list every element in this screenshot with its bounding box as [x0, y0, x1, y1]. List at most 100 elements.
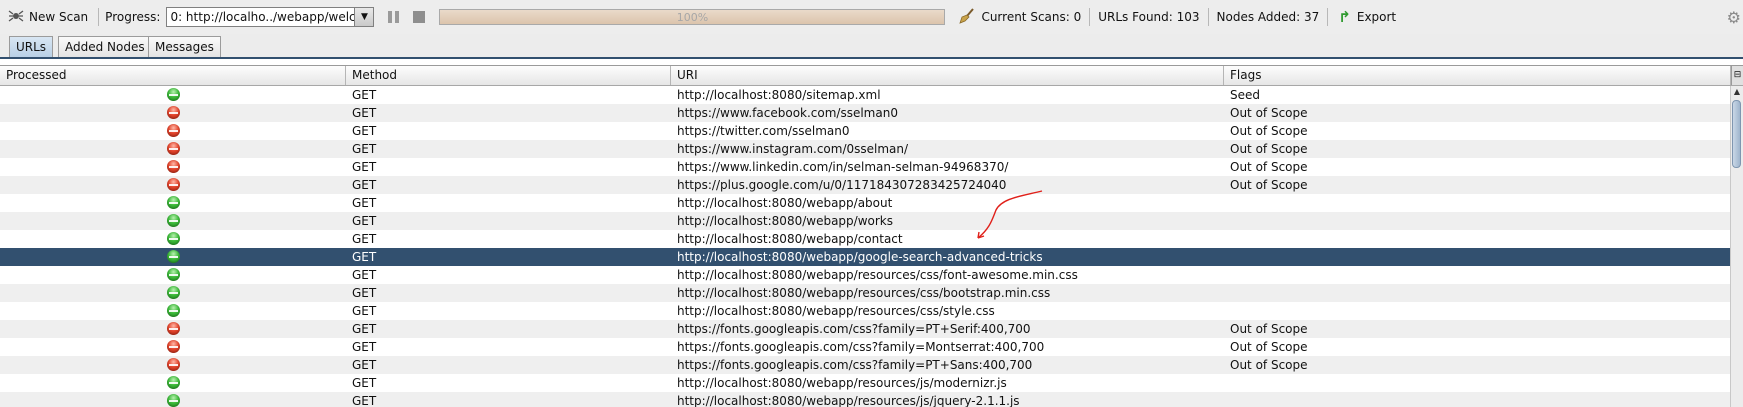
flags-cell	[1224, 212, 1731, 230]
uri-cell: http://localhost:8080/webapp/works	[677, 214, 893, 228]
processed-ok-icon	[166, 250, 180, 263]
column-header-processed[interactable]: Processed	[0, 66, 346, 85]
flags-cell: Out of Scope	[1230, 322, 1308, 336]
processed-cell	[0, 158, 346, 176]
table-body: GET http://localhost:8080/sitemap.xml Seed…	[0, 86, 1731, 407]
table-row[interactable]: GET https://www.instagram.com/0sselman/Ou…	[0, 140, 1731, 158]
flags-cell: Out of Scope	[1230, 358, 1308, 372]
table-row[interactable]: GET https://twitter.com/sselman0 Out of Sc…	[0, 122, 1731, 140]
tab-added-nodes[interactable]: Added Nodes	[58, 36, 152, 57]
broom-icon[interactable]	[959, 7, 975, 27]
uri-cell: https://www.linkedin.com/in/selman-selma…	[677, 160, 1009, 174]
export-button[interactable]: ↱ Export	[1334, 0, 1400, 34]
pause-icon[interactable]	[388, 11, 400, 23]
table-row[interactable]: GET http://localhost:8080/webapp/about	[0, 194, 1731, 212]
gear-icon[interactable]: ⚙	[1727, 8, 1741, 27]
table-row[interactable]: GET https://www.facebook.com/sselman0 Out …	[0, 104, 1731, 122]
method-cell: GET	[352, 88, 377, 102]
table-row[interactable]: GET http://localhost:8080/webapp/google-s…	[0, 248, 1731, 266]
chevron-down-icon[interactable]: ▼	[354, 8, 374, 26]
table-row[interactable]: GET https://www.linkedin.com/in/selman-se…	[0, 158, 1731, 176]
stop-icon[interactable]	[413, 11, 426, 23]
column-header-method[interactable]: Method	[346, 66, 671, 85]
table-row[interactable]: GET http://localhost:8080/sitemap.xml Seed	[0, 86, 1731, 104]
uri-cell: http://localhost:8080/webapp/google-sear…	[677, 250, 1043, 264]
tab-urls[interactable]: URLs	[9, 36, 54, 57]
method-cell: GET	[352, 268, 377, 282]
processed-cell	[0, 212, 346, 230]
column-header-uri[interactable]: URI	[671, 66, 1224, 85]
method-cell: GET	[352, 250, 377, 264]
flags-cell	[1224, 374, 1731, 392]
method-cell: GET	[352, 142, 377, 156]
table-row[interactable]: GET http://localhost:8080/webapp/resource…	[0, 266, 1731, 284]
processed-cell	[0, 392, 346, 407]
processed-cell	[0, 248, 346, 266]
scroll-up-icon[interactable]: ▲	[1731, 86, 1743, 98]
processed-ok-icon	[166, 232, 180, 245]
table-row[interactable]: GET http://localhost:8080/webapp/resource…	[0, 302, 1731, 320]
uri-cell: http://localhost:8080/webapp/resources/c…	[677, 304, 995, 318]
table-row[interactable]: GET http://localhost:8080/webapp/works	[0, 212, 1731, 230]
separator	[1207, 8, 1209, 26]
method-cell: GET	[352, 340, 377, 354]
processed-ok-icon	[166, 88, 180, 101]
progress-percent: 100%	[676, 11, 709, 24]
not-processed-icon	[166, 358, 180, 371]
spider-icon	[8, 8, 24, 27]
separator	[1089, 8, 1091, 26]
table-row[interactable]: GET https://fonts.googleapis.com/css?fami…	[0, 356, 1731, 374]
table-row[interactable]: GET https://plus.google.com/u/0/117184307…	[0, 176, 1731, 194]
table-row[interactable]: GET http://localhost:8080/webapp/resource…	[0, 374, 1731, 392]
scan-progress-bar: 100%	[439, 9, 946, 25]
not-processed-icon	[166, 142, 180, 155]
table-header: Processed Method URI Flags ⊟	[0, 66, 1743, 86]
flags-cell: Out of Scope	[1230, 160, 1308, 174]
table-row[interactable]: GET http://localhost:8080/webapp/contact	[0, 230, 1731, 248]
method-cell: GET	[352, 178, 377, 192]
vertical-scrollbar[interactable]: ▲	[1730, 86, 1743, 407]
nodes-added-text: Nodes Added: 37	[1216, 10, 1320, 24]
processed-cell	[0, 176, 346, 194]
processed-ok-icon	[166, 214, 180, 227]
method-cell: GET	[352, 160, 377, 174]
processed-ok-icon	[166, 304, 180, 317]
uri-cell: http://localhost:8080/webapp/about	[677, 196, 893, 210]
not-processed-icon	[166, 106, 180, 119]
not-processed-icon	[166, 322, 180, 335]
flags-cell: Out of Scope	[1230, 124, 1308, 138]
method-cell: GET	[352, 358, 377, 372]
uri-cell: https://www.instagram.com/0sselman/	[677, 142, 909, 156]
table-row[interactable]: GET https://fonts.googleapis.com/css?fami…	[0, 338, 1731, 356]
tab-bar: URLs Added Nodes Messages	[0, 34, 1743, 58]
flags-cell: Seed	[1230, 88, 1260, 102]
flags-cell	[1224, 302, 1731, 320]
method-cell: GET	[352, 322, 377, 336]
progress-select-value: 0: http://localho../webapp/welcome	[170, 10, 375, 24]
uri-cell: https://www.facebook.com/sselman0	[677, 106, 898, 120]
column-header-flags[interactable]: Flags	[1224, 66, 1731, 85]
current-scans-text: Current Scans: 0	[981, 10, 1082, 24]
not-processed-icon	[166, 160, 180, 173]
column-chooser-icon[interactable]: ⊟	[1731, 66, 1743, 85]
not-processed-icon	[166, 124, 180, 137]
progress-select[interactable]: 0: http://localho../webapp/welcome ▼	[166, 7, 375, 27]
uri-cell: https://plus.google.com/u/0/117184307283…	[677, 178, 1007, 192]
table-row[interactable]: GET http://localhost:8080/webapp/resource…	[0, 392, 1731, 407]
flags-cell	[1224, 284, 1731, 302]
scroll-thumb[interactable]	[1732, 100, 1741, 168]
table-row[interactable]: GET http://localhost:8080/webapp/resource…	[0, 284, 1731, 302]
method-cell: GET	[352, 304, 377, 318]
uri-cell: http://localhost:8080/webapp/contact	[677, 232, 903, 246]
uri-cell: https://fonts.googleapis.com/css?family=…	[677, 322, 1031, 336]
urls-table: Processed Method URI Flags ⊟ GET http://l…	[0, 65, 1743, 407]
table-row[interactable]: GET https://fonts.googleapis.com/css?fami…	[0, 320, 1731, 338]
urls-found-text: URLs Found: 103	[1098, 10, 1200, 24]
new-scan-button[interactable]: New Scan	[4, 0, 92, 34]
processed-ok-icon	[166, 196, 180, 209]
tab-messages[interactable]: Messages	[148, 36, 221, 57]
processed-cell	[0, 356, 346, 374]
processed-cell	[0, 374, 346, 392]
processed-cell	[0, 230, 346, 248]
processed-cell	[0, 266, 346, 284]
